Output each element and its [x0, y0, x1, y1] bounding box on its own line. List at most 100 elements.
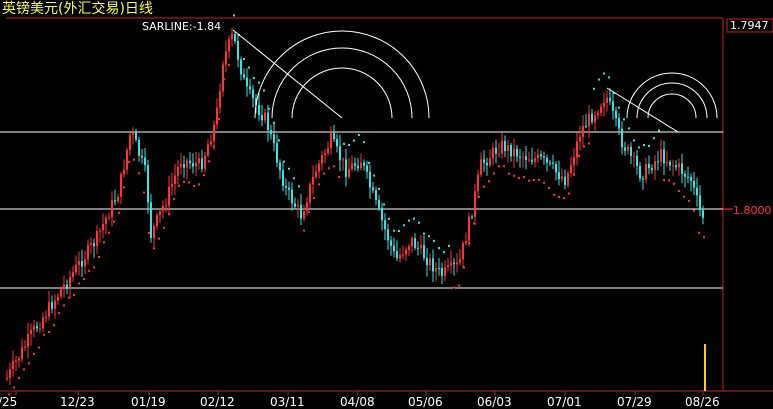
- sar-dot: [23, 368, 25, 371]
- sar-dot: [383, 203, 385, 206]
- sar-dot: [283, 160, 285, 163]
- candle-body: [591, 113, 593, 123]
- sar-dot: [703, 236, 705, 239]
- sar-dot: [198, 183, 200, 186]
- sar-dot: [478, 195, 480, 198]
- candle-body: [567, 173, 569, 185]
- candle-body: [360, 162, 362, 169]
- date-label: 01/19: [131, 395, 166, 409]
- sar-dot: [98, 256, 100, 259]
- candle-body: [489, 158, 491, 166]
- candle-body: [138, 139, 140, 156]
- candle-body: [576, 141, 578, 158]
- sar-dot: [488, 180, 490, 183]
- candle-body: [150, 202, 152, 239]
- candle-body: [462, 243, 464, 260]
- sar-dot: [78, 282, 80, 285]
- sar-dot: [323, 172, 325, 175]
- sar-dot: [538, 178, 540, 181]
- candle-body: [432, 258, 434, 272]
- sar-dot: [618, 106, 620, 109]
- candle-body: [210, 141, 212, 145]
- candle-body: [459, 259, 461, 263]
- candle-body: [90, 243, 92, 245]
- candle-body: [345, 159, 347, 177]
- candle-body: [246, 77, 248, 87]
- candle-body: [645, 163, 647, 180]
- candle-body: [45, 316, 47, 318]
- candle-body: [537, 154, 539, 159]
- candle-body: [627, 146, 629, 151]
- sar-dot: [563, 197, 565, 200]
- candle-body: [573, 157, 575, 166]
- sar-dot: [168, 213, 170, 216]
- candle-body: [105, 217, 107, 225]
- candle-body: [225, 51, 227, 65]
- sar-dot: [113, 220, 115, 223]
- fan-arc-right-1: [626, 72, 718, 119]
- candle-body: [51, 302, 53, 309]
- sar-dot: [583, 145, 585, 148]
- candle-body: [396, 251, 398, 259]
- candle-body: [642, 178, 644, 180]
- candle-body: [675, 165, 677, 168]
- candle-body: [219, 91, 221, 108]
- sar-dot: [483, 185, 485, 188]
- candle-body: [654, 161, 656, 170]
- sar-dot: [693, 209, 695, 212]
- sar-dot: [293, 177, 295, 180]
- candle-body: [522, 156, 524, 158]
- candle-body: [351, 163, 353, 169]
- sar-dot: [633, 139, 635, 142]
- sar-dot: [473, 222, 475, 225]
- sar-dot: [353, 139, 355, 142]
- sar-dot: [628, 127, 630, 130]
- sar-dot: [248, 66, 250, 69]
- candle-body: [546, 157, 548, 163]
- candle-body: [471, 216, 473, 218]
- sar-dot: [193, 184, 195, 187]
- date-label: 02/12: [200, 395, 235, 409]
- candle-body: [228, 39, 230, 52]
- sar-dot: [273, 121, 275, 124]
- fan-arc-left-1: [254, 30, 430, 119]
- sar-dot: [678, 189, 680, 192]
- candle-body: [144, 157, 146, 166]
- candle-body: [309, 184, 311, 203]
- candle-body: [570, 165, 572, 174]
- candle-body: [120, 174, 122, 197]
- sar-dot: [423, 232, 425, 235]
- sar-dot: [393, 229, 395, 232]
- sar-dot: [343, 142, 345, 145]
- candle-body: [510, 144, 512, 157]
- date-label: 07/29: [617, 395, 652, 409]
- sar-dot: [133, 158, 135, 161]
- candle-body: [555, 163, 557, 173]
- candle-body: [435, 267, 437, 272]
- candle-body: [543, 156, 545, 158]
- sar-dot: [163, 226, 165, 229]
- candle-body: [378, 200, 380, 208]
- candle-body: [156, 215, 158, 227]
- sar-dot: [333, 165, 335, 168]
- sar-dot: [258, 81, 260, 84]
- candle-body: [258, 104, 260, 115]
- price-label-top: 1.7947: [730, 19, 769, 32]
- candle-body: [582, 125, 584, 137]
- candle-body: [69, 277, 71, 288]
- candlestick-chart[interactable]: 1.7947 1.8000 SARLINE:-1.84/25 12/23 01/19 02…: [0, 0, 773, 409]
- sar-dot: [83, 277, 85, 280]
- candle-body: [321, 155, 323, 164]
- candle-body: [609, 97, 611, 102]
- candle-body: [15, 360, 17, 362]
- sar-dot: [403, 224, 405, 227]
- candle-body: [261, 114, 263, 121]
- candle-body: [81, 261, 83, 267]
- candle-body: [234, 34, 236, 42]
- candle-body: [222, 64, 224, 92]
- candle-body: [183, 164, 185, 168]
- sar-dot: [253, 77, 255, 80]
- candle-body: [621, 128, 623, 148]
- candle-body: [585, 125, 587, 127]
- sar-dot: [588, 142, 590, 145]
